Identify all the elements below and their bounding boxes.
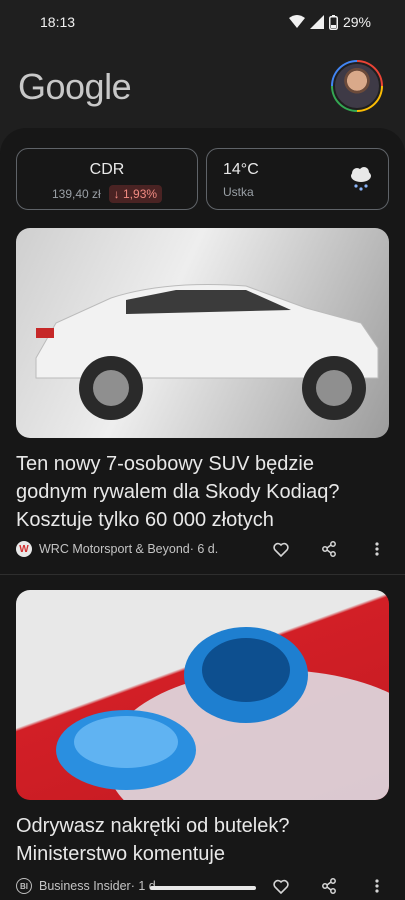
weather-temperature: 14°C xyxy=(223,161,259,178)
share-button[interactable] xyxy=(317,874,341,898)
share-button[interactable] xyxy=(317,537,341,561)
discover-feed[interactable]: CDR 139,40 zł ↓ 1,93% 14°C Ustka Ten now… xyxy=(0,128,405,900)
more-options-button[interactable] xyxy=(365,537,389,561)
article-image-suv[interactable] xyxy=(16,228,389,438)
status-icons: 29% xyxy=(288,14,371,30)
rain-cloud-icon xyxy=(351,167,371,191)
article-actions xyxy=(245,537,389,561)
status-bar: 18:13 29% xyxy=(0,0,405,44)
article-meta: W WRC Motorsport & Beyond · 6 d. xyxy=(16,537,389,561)
stock-widget[interactable]: CDR 139,40 zł ↓ 1,93% xyxy=(16,148,198,210)
article-actions xyxy=(245,874,389,898)
weather-location: Ustka xyxy=(223,185,254,199)
more-vert-icon xyxy=(375,542,379,556)
heart-icon xyxy=(273,542,289,557)
source-logo-icon: W xyxy=(16,541,32,557)
like-button[interactable] xyxy=(269,537,293,561)
header: Google xyxy=(0,44,405,132)
source-logo-icon: BI xyxy=(16,878,32,894)
gesture-nav-handle[interactable] xyxy=(150,886,256,890)
divider xyxy=(0,574,405,575)
like-button[interactable] xyxy=(269,874,293,898)
article-title[interactable]: Ten nowy 7-osobowy SUV będzie godnym ryw… xyxy=(16,450,388,534)
stock-price: 139,40 zł xyxy=(51,187,101,201)
share-icon xyxy=(322,878,336,894)
share-icon xyxy=(322,541,336,557)
google-logo: Google xyxy=(18,66,132,107)
battery-level: 29% xyxy=(342,14,371,30)
more-vert-icon xyxy=(375,879,379,893)
widgets-row: CDR 139,40 zł ↓ 1,93% 14°C Ustka xyxy=(16,148,389,212)
weather-widget[interactable]: 14°C Ustka xyxy=(206,148,389,210)
article-image-bottle-cap[interactable] xyxy=(16,590,389,800)
article-title[interactable]: Odrywasz nakrętki od butelek? Ministerst… xyxy=(16,812,388,868)
status-time: 18:13 xyxy=(40,14,76,30)
stock-name: CDR xyxy=(89,161,125,178)
wifi-icon xyxy=(288,15,305,28)
stock-details: 139,40 zł ↓ 1,93% xyxy=(17,185,197,203)
stock-change-badge: ↓ 1,93% xyxy=(108,185,163,203)
signal-icon xyxy=(309,15,324,29)
more-options-button[interactable] xyxy=(365,874,389,898)
article-age: · 6 d. xyxy=(189,542,219,556)
source-name[interactable]: Business Insider xyxy=(39,879,131,893)
battery-icon xyxy=(328,14,338,30)
heart-icon xyxy=(273,879,289,894)
avatar xyxy=(333,62,381,110)
suv-illustration xyxy=(35,284,379,420)
bottle-cap-illustration xyxy=(56,627,389,800)
account-avatar-button[interactable] xyxy=(331,60,383,112)
source-name[interactable]: WRC Motorsport & Beyond xyxy=(39,542,190,556)
